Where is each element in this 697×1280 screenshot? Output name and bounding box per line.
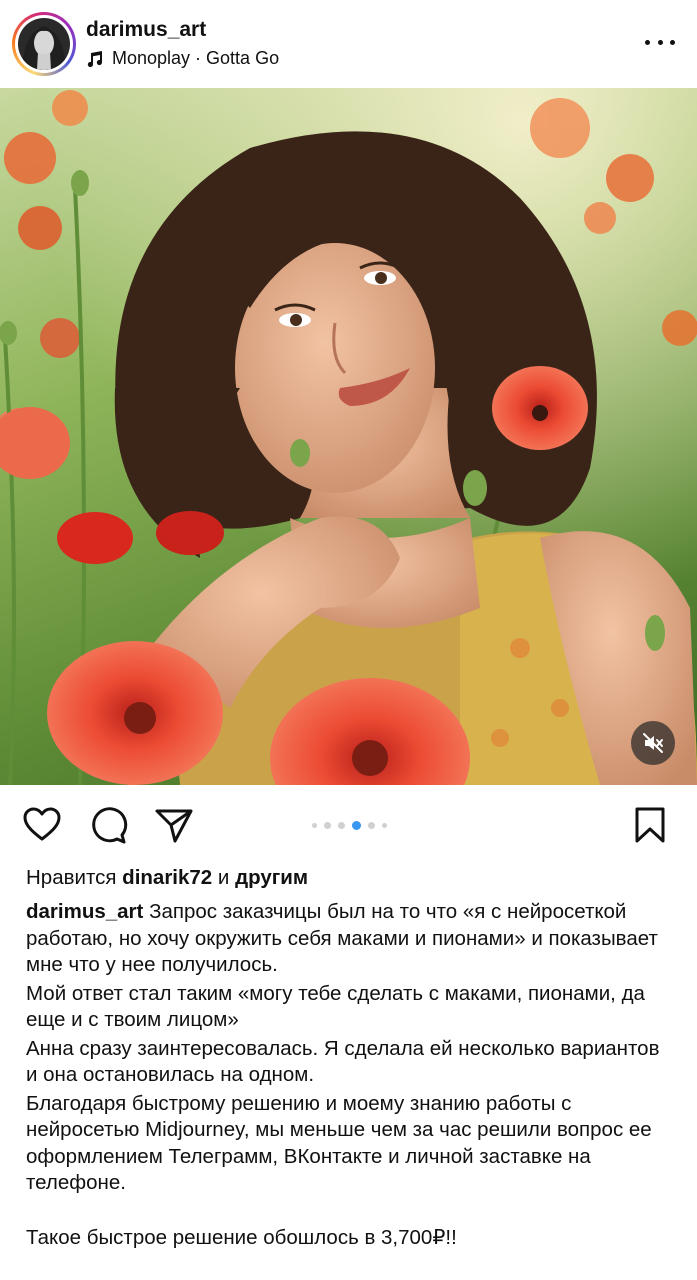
post-header: darimus_art Monoplay · Gotta Go (0, 0, 697, 88)
more-horizontal-icon (645, 39, 650, 45)
caption-paragraph: darimus_art Запрос заказчицы был на то ч… (26, 900, 658, 976)
comment-button[interactable] (88, 805, 128, 845)
caption-paragraph: Мой ответ стал таким «могу тебе сделать … (26, 981, 645, 1032)
comment-icon (92, 807, 128, 844)
caption-paragraph: Такое быстрое решение обошлось в 3,700₽!… (26, 1225, 457, 1249)
share-button[interactable] (154, 805, 194, 845)
carousel-dot-active (352, 821, 361, 830)
bookmark-icon (635, 807, 665, 843)
audio-track-label: Monoplay · Gotta Go (112, 48, 280, 68)
caption-paragraph: Анна сразу заинтересовалась. Я сделала е… (26, 1036, 660, 1087)
send-icon (155, 809, 193, 843)
caption-author[interactable]: darimus_art (26, 900, 143, 923)
likes-summary[interactable]: Нравится dinarik72 и другим (26, 866, 308, 890)
liked-by-user[interactable]: dinarik72 (122, 866, 212, 889)
audio-track[interactable]: Monoplay · Gotta Go (86, 48, 279, 69)
portrait-in-poppy-field (0, 88, 697, 785)
save-button[interactable] (630, 805, 670, 845)
post-username[interactable]: darimus_art (86, 18, 206, 42)
like-button[interactable] (22, 805, 62, 845)
caption-paragraph: Благодаря быстрому решению и моему знани… (26, 1091, 652, 1195)
post-caption: darimus_art Запрос заказчицы был на то ч… (26, 899, 676, 1253)
more-options-button[interactable] (645, 30, 675, 54)
post-image[interactable] (0, 88, 697, 785)
mute-button[interactable] (631, 721, 675, 765)
story-ring[interactable] (12, 12, 76, 76)
liked-by-others[interactable]: другим (235, 866, 308, 889)
carousel-indicator (312, 821, 387, 830)
heart-icon (23, 807, 61, 841)
action-bar (0, 785, 697, 867)
music-note-icon (87, 50, 103, 67)
avatar[interactable] (18, 18, 70, 70)
sound-off-icon (643, 733, 663, 753)
